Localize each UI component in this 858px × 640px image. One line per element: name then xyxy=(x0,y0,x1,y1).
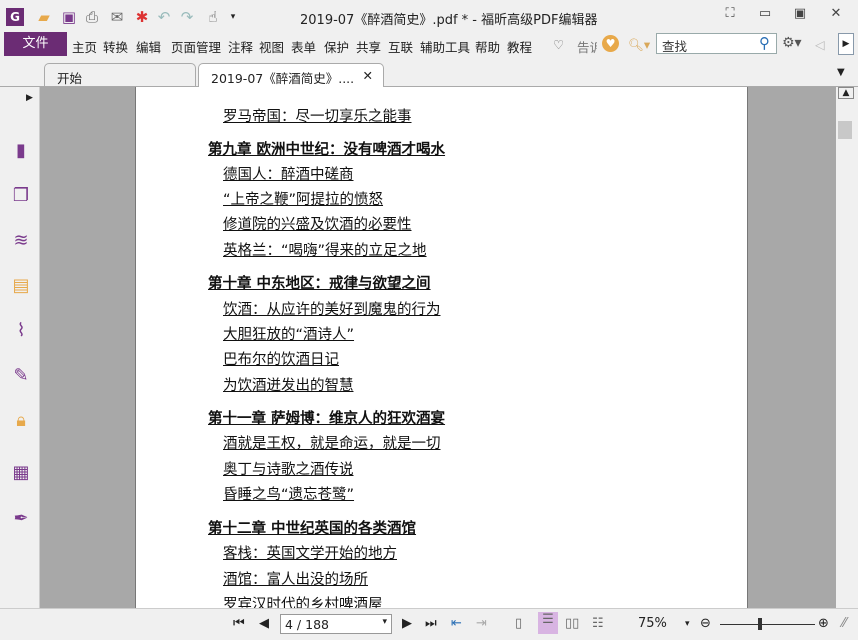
pdf-page: 罗马帝国：尽一切享乐之能事第九章 欧洲中世纪：没有啤酒才喝水德国人：醉酒中磋商 “… xyxy=(135,87,748,608)
toc-section-link[interactable]: 酒就是王权，就是命运，就是一切 xyxy=(223,432,441,453)
scroll-thumb[interactable] xyxy=(838,121,852,139)
toc-section-link[interactable]: 昏睡之鸟“遗忘苍鹭” xyxy=(223,483,354,504)
form-fields-icon[interactable]: ▦ xyxy=(10,462,32,484)
signatures-icon[interactable]: ✎ xyxy=(10,365,32,387)
menu-edit[interactable]: 编辑 xyxy=(136,37,161,56)
menu-connect[interactable]: 互联 xyxy=(388,37,413,56)
tab-list-dropdown-icon[interactable]: ▼ xyxy=(837,67,845,78)
toc-section-link[interactable]: “上帝之鞭”阿提拉的愤怒 xyxy=(223,188,383,209)
sign-pen-icon[interactable]: ✒ xyxy=(10,508,32,530)
page-number-input[interactable]: 4 / 188 ▾ xyxy=(280,614,392,634)
menu-help[interactable]: 帮助 xyxy=(475,37,500,56)
zoom-slider[interactable] xyxy=(720,624,815,625)
menu-protect[interactable]: 保护 xyxy=(324,37,349,56)
pages-icon[interactable]: ▮ xyxy=(10,140,32,162)
maximize-button[interactable]: ▣ xyxy=(790,6,810,24)
expand-panel-icon[interactable]: ▶ xyxy=(26,93,33,103)
lightbulb-icon: ♡ xyxy=(553,37,565,52)
print-icon[interactable]: ⎙ xyxy=(83,8,101,26)
layers-icon[interactable]: ≋ xyxy=(10,230,32,252)
file-menu[interactable]: 文件 xyxy=(4,32,67,56)
menu-form[interactable]: 表单 xyxy=(291,37,316,56)
menu-comment[interactable]: 注释 xyxy=(228,37,253,56)
app-logo-icon[interactable]: G xyxy=(6,8,24,26)
zoom-slider-thumb[interactable] xyxy=(758,618,762,630)
tab-document-label: 2019-07《醉酒简史》.... xyxy=(211,71,355,86)
last-page-button[interactable]: ⏭ xyxy=(425,616,437,631)
tab-document[interactable]: 2019-07《醉酒简史》.... ✕ xyxy=(198,63,384,88)
scroll-up-button[interactable]: ▲ xyxy=(838,87,854,99)
tell-me-input[interactable]: 告诉 xyxy=(577,37,597,56)
toc-section-link[interactable]: 德国人：醉酒中磋商 xyxy=(223,163,354,184)
continuous-page-icon[interactable]: ☰ xyxy=(538,612,558,634)
new-icon[interactable]: ✱ xyxy=(133,8,151,26)
toc-section-link[interactable]: 酒馆：富人出没的场所 xyxy=(223,568,368,589)
toc-chapter-link[interactable]: 第九章 欧洲中世纪：没有啤酒才喝水 xyxy=(208,138,445,159)
toc-section-link[interactable]: 巴布尔的饮酒日记 xyxy=(223,348,339,369)
next-view-icon[interactable]: ⇥ xyxy=(476,616,487,631)
toc-section-link[interactable]: 罗宾汉时代的乡村啤酒屋 xyxy=(223,593,383,608)
heart-icon[interactable]: ♥ xyxy=(602,35,619,52)
menu-share[interactable]: 共享 xyxy=(356,37,381,56)
vertical-scrollbar[interactable]: ▲ xyxy=(836,87,858,608)
search-icon[interactable]: ⚲ xyxy=(759,34,770,52)
previous-page-button[interactable]: ◀ xyxy=(259,616,269,631)
zoom-in-button[interactable]: ⊕ xyxy=(818,616,829,631)
hand-tool-icon[interactable]: ☝ xyxy=(204,8,222,26)
zoom-level[interactable]: 75% xyxy=(638,616,667,631)
open-icon[interactable]: ▰ xyxy=(35,8,53,26)
email-icon[interactable]: ✉ xyxy=(108,8,126,26)
thumbnails-icon[interactable]: ❐ xyxy=(10,185,32,207)
single-page-icon[interactable]: ▯ xyxy=(515,616,522,631)
folder-search-icon[interactable]: 🔍︎▾ xyxy=(628,37,650,53)
toc-section-link[interactable]: 罗马帝国：尽一切享乐之能事 xyxy=(223,105,412,126)
menu-convert[interactable]: 转换 xyxy=(103,37,128,56)
document-view: 罗马帝国：尽一切享乐之能事第九章 欧洲中世纪：没有啤酒才喝水德国人：醉酒中磋商 “… xyxy=(40,87,836,608)
comments-icon[interactable]: ▤ xyxy=(10,275,32,297)
zoom-out-button[interactable]: ⊖ xyxy=(700,616,711,631)
toc-section-link[interactable]: 修道院的兴盛及饮酒的必要性 xyxy=(223,213,412,234)
attachments-icon[interactable]: ⌇ xyxy=(10,320,32,342)
toc-section-link[interactable]: 客栈：英国文学开始的地方 xyxy=(223,542,397,563)
toc-chapter-link[interactable]: 第十章 中东地区：戒律与欲望之间 xyxy=(208,272,431,293)
window-title: 2019-07《醉酒简史》.pdf * - 福昕高级PDF编辑器 xyxy=(300,13,598,28)
minimize-button[interactable]: ▭ xyxy=(755,6,775,24)
menu-view[interactable]: 视图 xyxy=(259,37,284,56)
security-icon[interactable]: 🔒︎ xyxy=(10,410,32,432)
toc-chapter-link[interactable]: 第十一章 萨姆博：维京人的狂欢酒宴 xyxy=(208,407,445,428)
scroll-left-icon[interactable]: ◁ xyxy=(815,37,825,52)
undo-icon[interactable]: ↶ xyxy=(155,8,173,26)
resize-grip-icon[interactable]: ⁄⁄ xyxy=(842,616,846,631)
toc-section-link[interactable]: 饮酒：从应许的美好到魔鬼的行为 xyxy=(223,298,441,319)
close-tab-icon[interactable]: ✕ xyxy=(363,68,373,83)
toc-section-link[interactable]: 大胆狂放的“酒诗人” xyxy=(223,323,354,344)
tab-start[interactable]: 开始 xyxy=(44,63,196,87)
fullscreen-icon[interactable]: ⛶ xyxy=(720,6,740,24)
menu-page-management[interactable]: 页面管理 xyxy=(171,37,221,56)
next-page-button[interactable]: ▶ xyxy=(402,616,412,631)
close-button[interactable]: ✕ xyxy=(826,6,846,24)
save-icon[interactable]: ▣ xyxy=(60,8,78,26)
redo-icon[interactable]: ↷ xyxy=(178,8,196,26)
menu-accessibility[interactable]: 辅助工具 xyxy=(420,37,470,56)
settings-gear-icon[interactable]: ⚙▾ xyxy=(782,35,802,51)
toc-section-link[interactable]: 奥丁与诗歌之酒传说 xyxy=(223,458,354,479)
toc-section-link[interactable]: 英格兰：“喝嗨”得来的立足之地 xyxy=(223,239,427,260)
menu-home[interactable]: 主页 xyxy=(72,37,97,56)
continuous-facing-icon[interactable]: ☷ xyxy=(592,616,604,631)
previous-view-icon[interactable]: ⇤ xyxy=(451,616,462,631)
toc-chapter-link[interactable]: 第十二章 中世纪英国的各类酒馆 xyxy=(208,517,416,538)
toc-section-link[interactable]: 为饮酒迸发出的智慧 xyxy=(223,374,354,395)
ribbon-expand-button[interactable]: ▶ xyxy=(838,33,854,55)
facing-pages-icon[interactable]: ▯▯ xyxy=(565,616,579,631)
menu-tutorial[interactable]: 教程 xyxy=(507,37,532,56)
page-number: 4 / 188 xyxy=(285,617,329,632)
zoom-dropdown-icon[interactable]: ▾ xyxy=(685,619,690,629)
customize-dropdown-icon[interactable]: ▾ xyxy=(224,8,242,26)
first-page-button[interactable]: ⏮ xyxy=(233,616,245,631)
